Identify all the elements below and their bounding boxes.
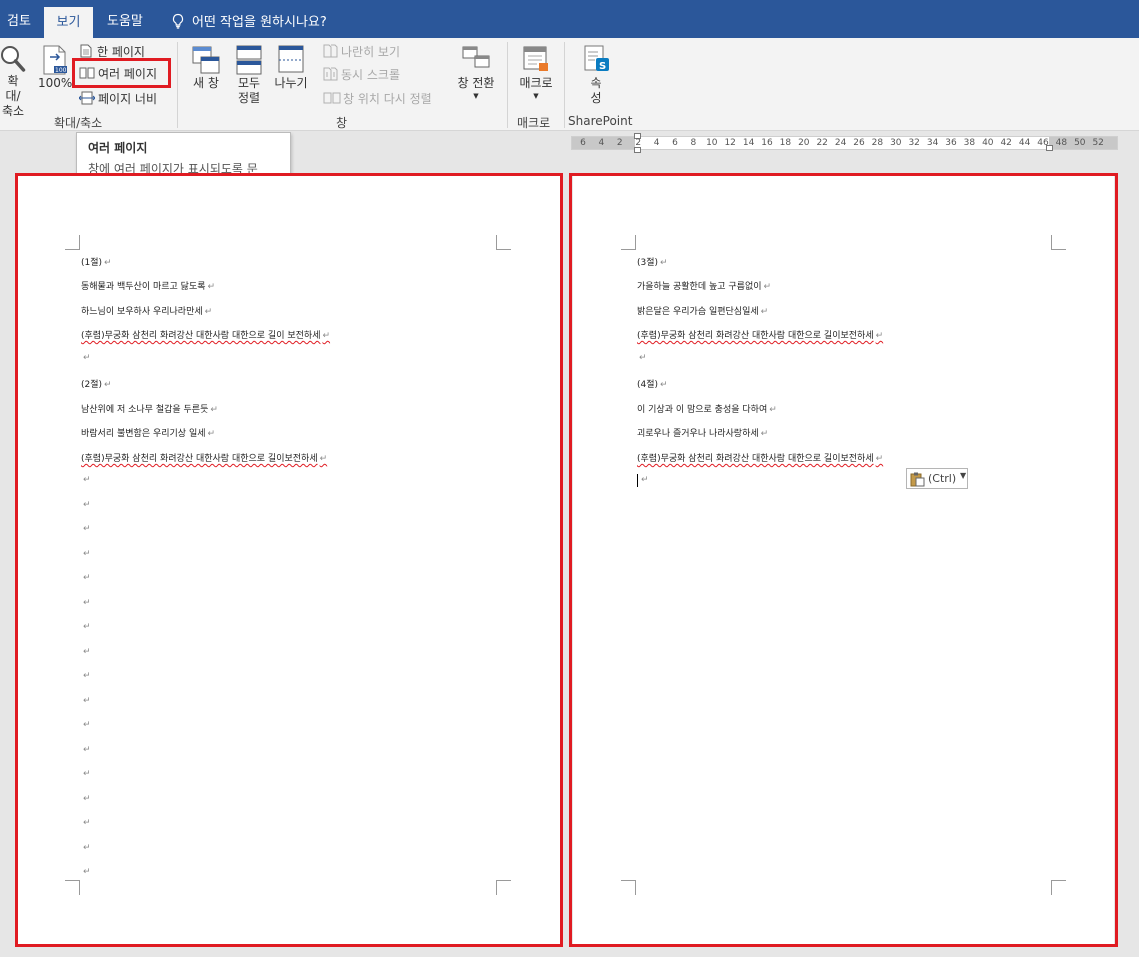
one-page-icon (80, 44, 92, 58)
tell-me-search[interactable]: 어떤 작업을 원하시나요? (171, 11, 327, 30)
sharepoint-group-label: SharePoint (568, 114, 633, 128)
tab-help[interactable]: 도움말 (107, 10, 143, 29)
paste-options-dropdown-icon: ▼ (960, 471, 967, 480)
one-page-label: 한 페이지 (97, 45, 145, 59)
window-group-label: 창 (336, 116, 348, 130)
page-1-highlight (15, 173, 563, 947)
ruler-tick-label: 14 (742, 138, 755, 148)
tooltip-title: 여러 페이지 (88, 141, 148, 155)
ruler-tick-label: 38 (963, 138, 976, 148)
ruler-tick-label: 2 (616, 138, 623, 148)
ruler-tick-label: 20 (798, 138, 810, 148)
group-separator (507, 42, 508, 128)
switch-windows-button[interactable]: 창 전환 ▼ (451, 44, 501, 101)
paste-options-button[interactable]: (Ctrl) ▼ (906, 468, 968, 489)
split-button[interactable]: 나누기 (272, 44, 310, 91)
multiple-pages-highlight (72, 58, 171, 88)
macros-button[interactable]: 매크로 ▼ (514, 44, 558, 101)
svg-text:100: 100 (55, 67, 67, 74)
ribbon-view: 확대/축소 100 100% 한 페이지 여러 페이지 페이지 너비 확대/축소 (0, 38, 1139, 131)
view-side-by-side-button[interactable]: 나란히 보기 (323, 44, 400, 60)
ruler-tick-label: 50 (1074, 138, 1086, 148)
ruler-tick-label: 40 (982, 138, 994, 148)
ruler-tick-label: 46 (1037, 138, 1049, 148)
ruler-tick-label: 42 (1000, 138, 1012, 148)
properties-label: 속성 (590, 76, 602, 105)
macros-group-label: 매크로 (517, 116, 551, 130)
ruler-tick-label: 52 (1092, 138, 1104, 148)
ruler-tick-label: 24 (834, 138, 847, 148)
lightbulb-icon (172, 13, 184, 29)
properties-button[interactable]: S 속성 (578, 44, 614, 106)
zoom-button[interactable]: 확대/축소 (0, 44, 30, 119)
ruler-tick-label: 8 (690, 138, 697, 148)
zoom-group-label: 확대/축소 (54, 116, 103, 130)
page-width-label: 페이지 너비 (98, 92, 158, 106)
sync-scroll-icon (323, 67, 338, 81)
ruler-tick-label: 32 (908, 138, 920, 148)
ruler-tick-label: 10 (706, 138, 718, 148)
sync-scroll-button[interactable]: 동시 스크롤 (323, 67, 400, 83)
switch-windows-label: 창 전환 (457, 76, 495, 90)
split-label: 나누기 (274, 76, 308, 90)
new-window-icon (192, 46, 220, 74)
tab-review[interactable]: 검토 (7, 10, 31, 29)
macros-label: 매크로 (519, 76, 553, 90)
new-window-label: 새 창 (193, 76, 219, 90)
ruler-tick-label: 18 (779, 138, 792, 148)
ruler-tick-label: 28 (871, 138, 884, 148)
ruler-tick-label: 2 (635, 138, 642, 148)
ruler-tick-label: 22 (816, 138, 828, 148)
svg-text:S: S (599, 61, 606, 72)
arrange-all-icon (236, 45, 262, 75)
split-window-icon (278, 45, 304, 73)
zoom-100-button[interactable]: 100 100% (38, 44, 72, 91)
ruler-tick-label: 4 (653, 138, 660, 148)
ruler-tick-label: 4 (598, 138, 605, 148)
horizontal-ruler[interactable]: 6 4 2 2 4 6 8 10 12 14 16 18 20 22 24 26 28 30 32 34 36 38 40 4… (571, 133, 1118, 153)
ruler-tick-label: 36 (945, 138, 957, 148)
clipboard-icon (910, 472, 925, 487)
macros-dropdown-icon: ▼ (533, 92, 539, 100)
ruler-tick-label: 48 (1055, 138, 1068, 148)
arrange-all-label: 모두 정렬 (237, 76, 261, 105)
tell-me-text: 어떤 작업을 원하시나요? (192, 15, 327, 30)
zoom-100-label: 100% (38, 76, 73, 90)
ruler-tick-label: 44 (1018, 138, 1031, 148)
ruler-tick-label: 16 (761, 138, 773, 148)
magnifier-icon (1, 46, 26, 72)
page-width-button[interactable]: 페이지 너비 (78, 91, 158, 107)
tab-view[interactable]: 보기 (44, 7, 93, 38)
zoom-label: 확대/축소 (1, 74, 25, 118)
group-separator (177, 42, 178, 128)
ruler-tick-label: 6 (580, 138, 586, 148)
switch-windows-icon (462, 46, 490, 68)
side-by-side-icon (323, 44, 338, 58)
group-separator (564, 42, 565, 128)
sync-scroll-label: 동시 스크롤 (341, 68, 401, 82)
ruler-tick-label: 12 (724, 138, 736, 148)
zoom-100-icon: 100 (43, 45, 67, 75)
ribbon-tab-bar: 검토 보기 도움말 어떤 작업을 원하시나요? (0, 0, 1139, 38)
view-side-by-side-label: 나란히 보기 (341, 45, 401, 59)
new-window-button[interactable]: 새 창 (188, 44, 224, 91)
ruler-tick-label: 30 (890, 138, 902, 148)
reset-window-icon (323, 92, 341, 104)
sharepoint-properties-icon: S (584, 45, 609, 72)
reset-window-position-label: 창 위치 다시 정렬 (343, 92, 432, 106)
ruler-tick-label: 34 (926, 138, 939, 148)
page-width-icon (78, 91, 96, 105)
paste-options-label: (Ctrl) (928, 472, 957, 485)
ruler-tick-label: 6 (672, 138, 678, 148)
macros-icon (523, 46, 548, 71)
reset-window-position-button[interactable]: 창 위치 다시 정렬 (323, 91, 432, 107)
switch-windows-dropdown-icon: ▼ (473, 92, 479, 100)
ruler-tick-label: 26 (853, 138, 865, 148)
page-2-highlight (569, 173, 1118, 947)
arrange-all-button[interactable]: 모두 정렬 (231, 44, 267, 106)
